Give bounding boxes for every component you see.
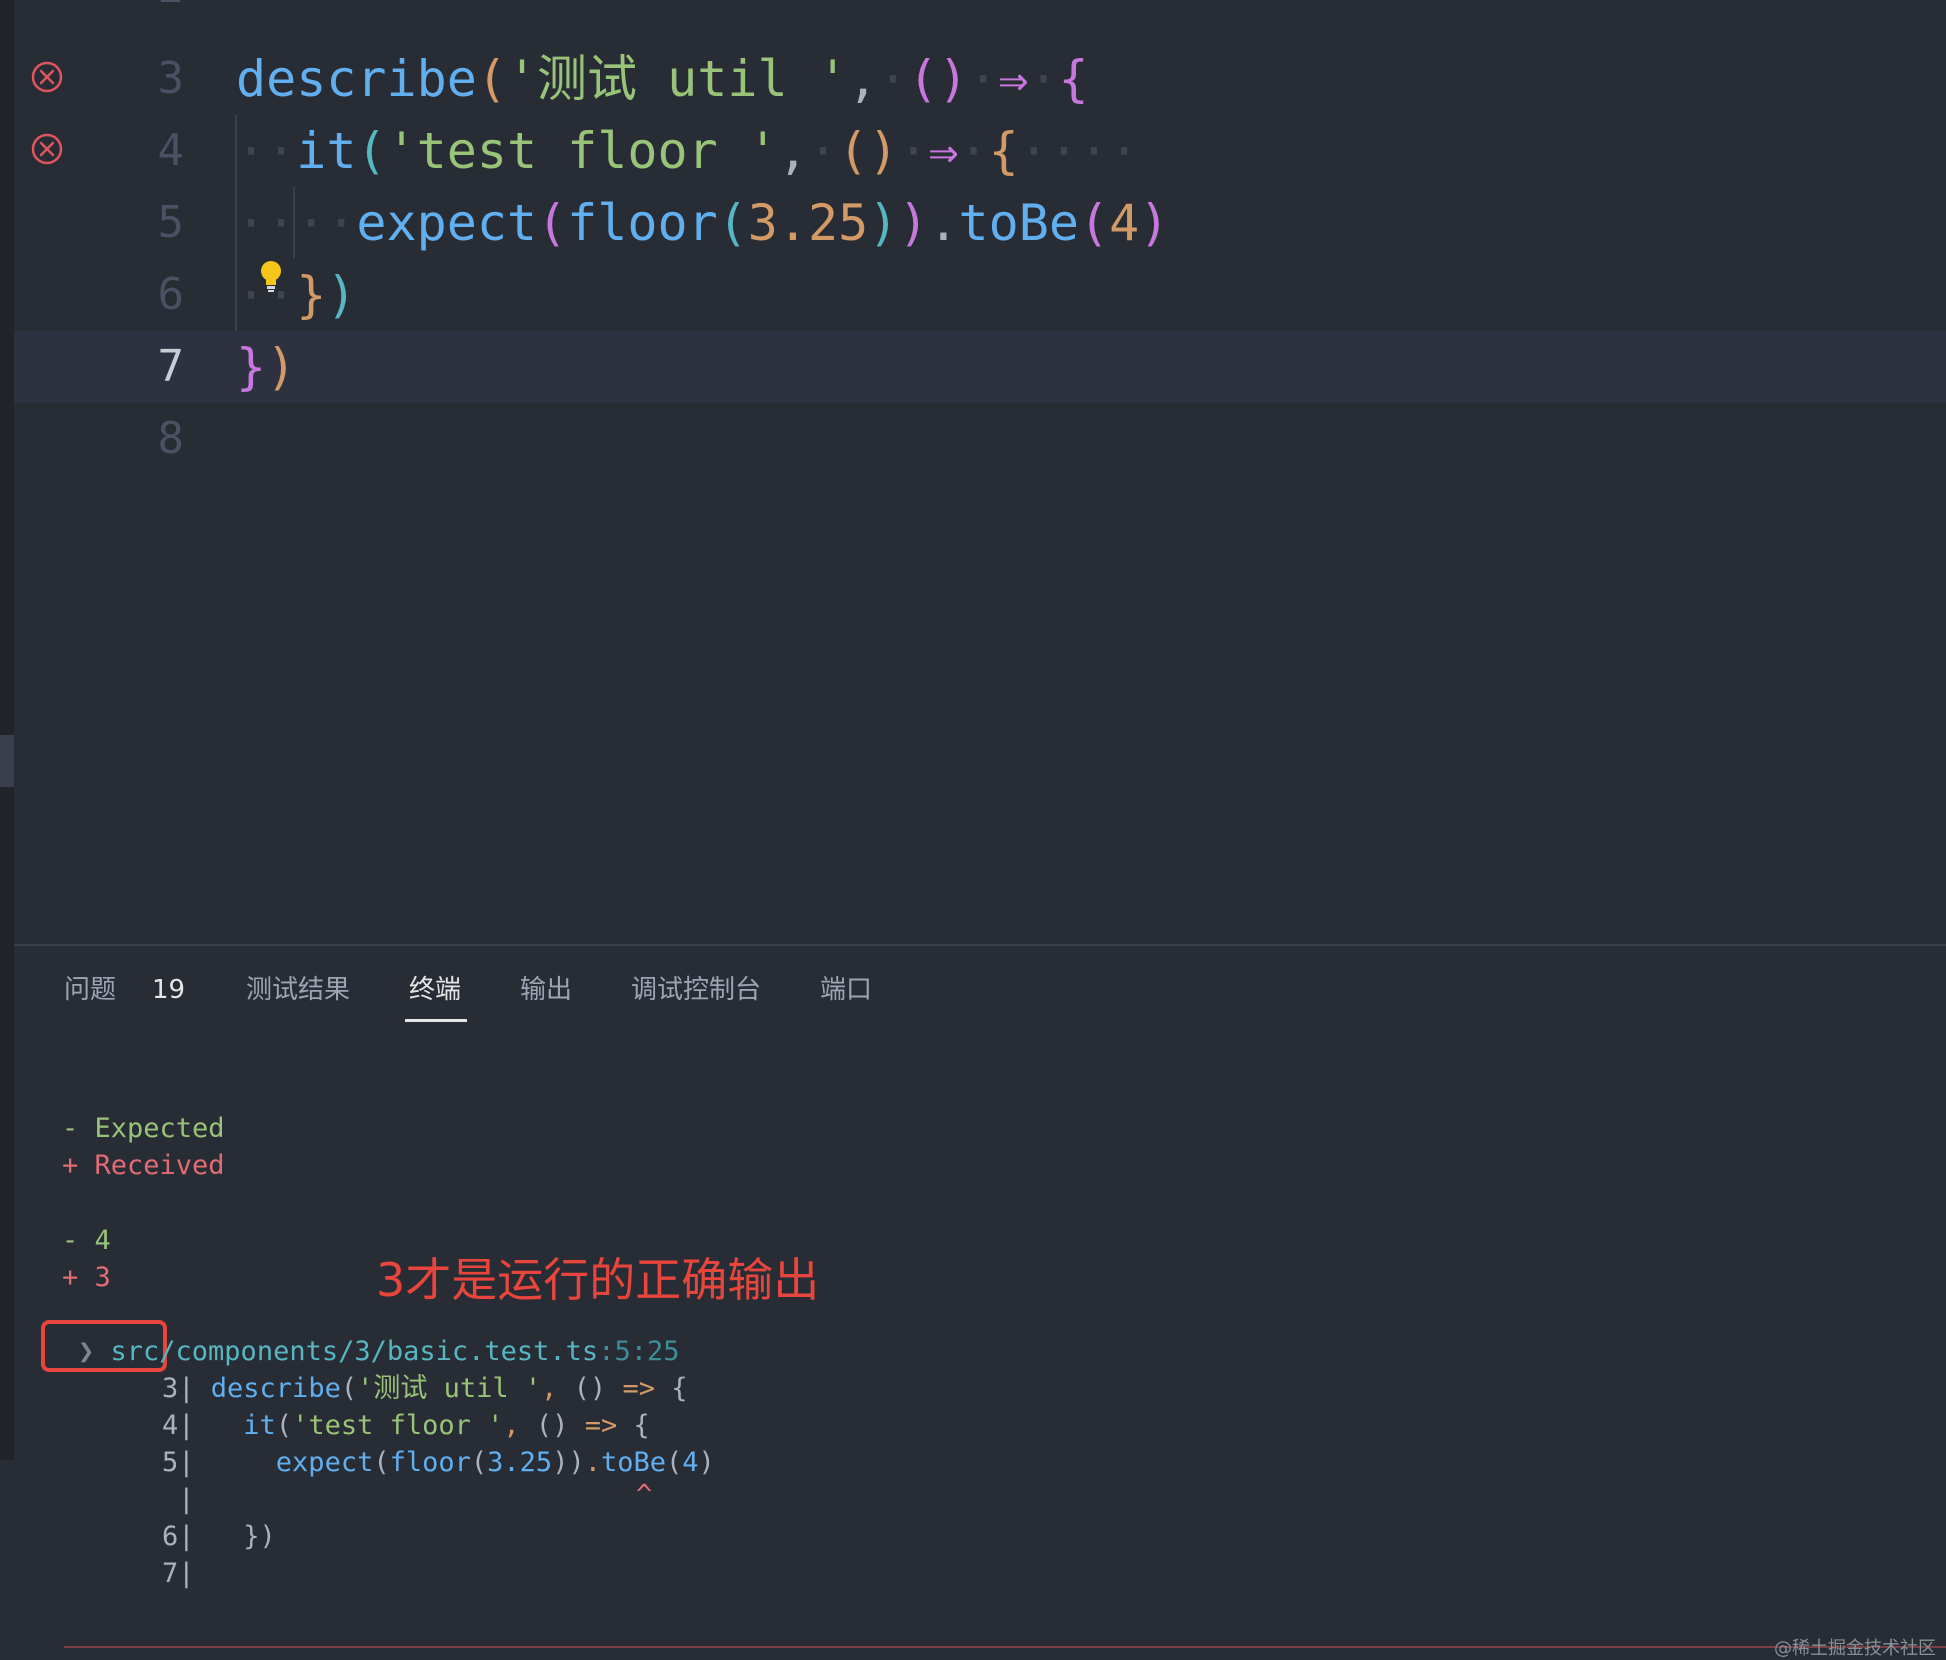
snippet-line: 7| xyxy=(162,1558,195,1589)
code-line: 5 ····expect(floor(3.25)).toBe(4) xyxy=(14,187,1946,259)
file-location: :5:25 xyxy=(598,1336,680,1367)
token-number: 4 xyxy=(1109,194,1140,252)
code-text: ··it('test floor ',·()·⇒·{···· xyxy=(236,122,1140,180)
token-string: '测试 util ' xyxy=(506,50,848,108)
snippet-line: 5| expect(floor(3.25)).toBe(4) xyxy=(162,1447,715,1478)
line-number: 8 xyxy=(157,413,185,464)
token-arrow: ⇒ xyxy=(928,122,959,180)
code-line: 8 xyxy=(14,403,1946,475)
lightbulb-icon[interactable] xyxy=(258,259,284,295)
left-activity-edge xyxy=(0,0,14,1460)
snippet-line: 6| }) xyxy=(162,1521,276,1552)
code-text: ····expect(floor(3.25)).toBe(4) xyxy=(236,194,1170,252)
terminal-output[interactable]: - Expected + Received 3才是运行的正确输出 - 4 + 3… xyxy=(14,1026,1946,1659)
code-line: 3 describe('测试 util ',·()·⇒·{ xyxy=(14,43,1946,115)
test-failed-icon[interactable] xyxy=(31,61,63,93)
token-function: expect xyxy=(356,194,538,252)
tab-test-results[interactable]: 测试结果 xyxy=(246,970,350,1010)
tab-problems[interactable]: 问题 xyxy=(64,970,116,1010)
code-text: }) xyxy=(236,338,297,396)
tab-output[interactable]: 输出 xyxy=(520,970,572,1010)
snippet-caret-bar: | xyxy=(178,1484,195,1515)
token-function: it xyxy=(296,122,357,180)
line-number: 3 xyxy=(157,53,185,104)
tab-ports[interactable]: 端口 xyxy=(820,970,872,1010)
watermark: @稀土掘金技术社区 xyxy=(1774,1638,1936,1659)
code-line: 2 xyxy=(14,0,1946,24)
token-string: 'test floor ' xyxy=(386,122,778,180)
code-editor[interactable]: 2 3 describe('测试 util ',·()·⇒·{ 4 ··it('… xyxy=(14,0,1946,944)
line-number: 7 xyxy=(157,341,185,392)
panel-tabs: 问题 19 测试结果 终端 输出 调试控制台 端口 xyxy=(14,946,1946,1026)
token-function: floor xyxy=(567,194,718,252)
token-number: 3.25 xyxy=(747,194,869,252)
snippet-line: 3| describe('测试 util ', () => { xyxy=(162,1373,688,1404)
problems-count-badge: 19 xyxy=(152,975,186,1005)
code-line-current: 7 }) xyxy=(14,331,1946,403)
code-text: ··}) xyxy=(236,266,357,324)
diff-plus-line: + 3 xyxy=(62,1262,111,1293)
indent-guide xyxy=(235,115,237,331)
snippet-line: 4| it('test floor ', () => { xyxy=(162,1410,650,1441)
chevron-right-icon: ❯ xyxy=(78,1336,111,1367)
scrollbar-thumb[interactable] xyxy=(0,735,14,787)
active-tab-indicator xyxy=(405,1019,467,1022)
annotation-text: 3才是运行的正确输出 xyxy=(376,1253,820,1307)
diff-received-label: + Received xyxy=(62,1150,225,1181)
line-number: 4 xyxy=(157,125,185,176)
divider xyxy=(64,1646,1946,1648)
snippet-caret: ^ xyxy=(636,1479,653,1510)
bottom-panel: 问题 19 测试结果 终端 输出 调试控制台 端口 - Expected + R… xyxy=(14,944,1946,1659)
token-function: toBe xyxy=(958,194,1079,252)
code-line: 4 ··it('test floor ',·()·⇒·{···· xyxy=(14,115,1946,187)
line-number: 5 xyxy=(157,197,185,248)
code-text: describe('测试 util ',·()·⇒·{ xyxy=(236,50,1089,108)
code-line: 6 ··}) xyxy=(14,259,1946,331)
token-function: describe xyxy=(236,50,477,108)
line-number: 2 xyxy=(114,0,185,24)
indent-guide xyxy=(293,187,295,259)
tab-terminal[interactable]: 终端 xyxy=(409,970,461,1010)
diff-expected-label: - Expected xyxy=(62,1113,225,1144)
file-path[interactable]: src/components/3/basic.test.ts xyxy=(111,1336,599,1367)
diff-minus-line: - 4 xyxy=(62,1225,111,1256)
line-number: 6 xyxy=(157,269,185,320)
token-arrow: ⇒ xyxy=(998,50,1029,108)
tab-debug-console[interactable]: 调试控制台 xyxy=(631,970,761,1010)
error-location: ❯ src/components/3/basic.test.ts:5:25 xyxy=(78,1333,679,1370)
test-failed-icon[interactable] xyxy=(31,133,63,165)
